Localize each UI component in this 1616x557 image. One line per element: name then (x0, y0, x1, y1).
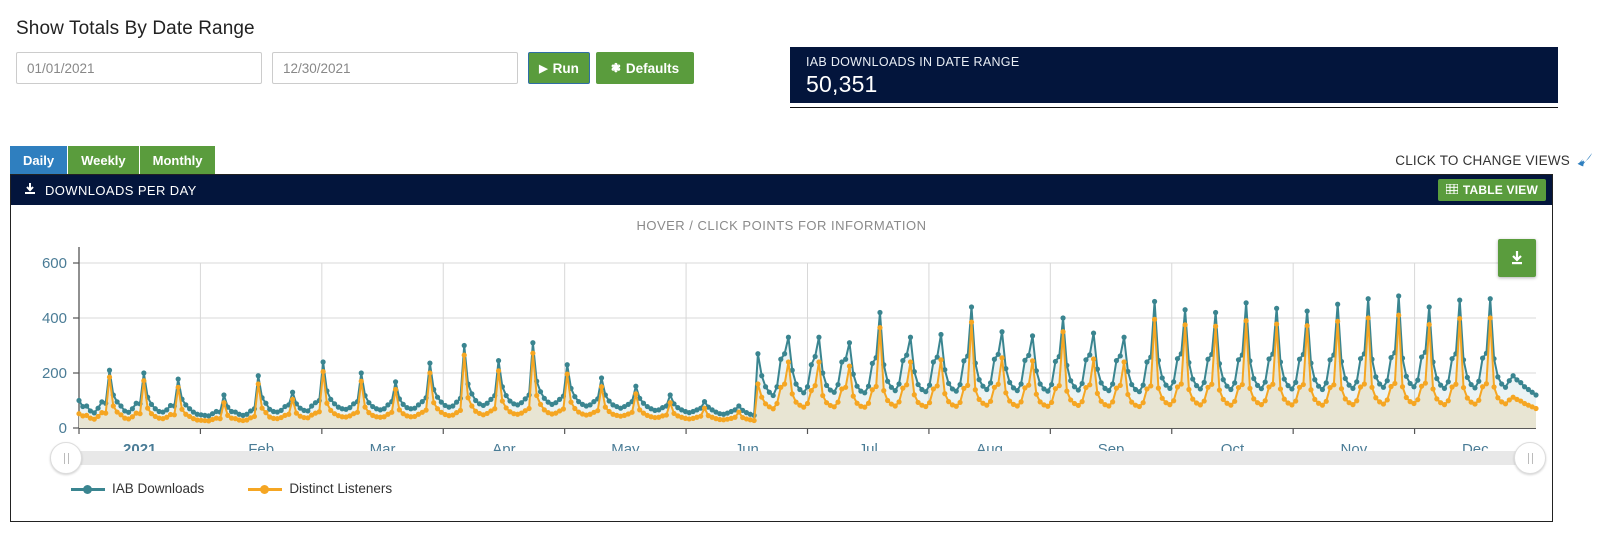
tab-weekly[interactable]: Weekly (68, 146, 140, 174)
table-view-button[interactable]: TABLE VIEW (1437, 179, 1546, 201)
run-button[interactable]: ▶ Run (528, 52, 590, 84)
start-date-input[interactable] (16, 52, 262, 84)
legend-swatch-teal (71, 483, 105, 495)
svg-text:0: 0 (59, 420, 67, 437)
tab-monthly[interactable]: Monthly (139, 146, 217, 174)
scrollbar-handle-left[interactable] (50, 442, 82, 474)
change-views-label: CLICK TO CHANGE VIEWS (1395, 152, 1570, 168)
chevron-down-icon: ❃ (610, 61, 621, 75)
svg-text:200: 200 (42, 365, 67, 382)
scrollbar-handle-right[interactable] (1514, 442, 1546, 474)
run-button-label: Run (552, 60, 579, 76)
download-icon[interactable] (23, 182, 37, 199)
hover-hint: HOVER / CLICK POINTS FOR INFORMATION (636, 218, 927, 233)
chart-panel: DOWNLOADS PER DAY TABLE VIEW HOVER / CLI… (10, 174, 1553, 522)
kpi-value: 50,351 (806, 71, 878, 97)
legend-item-iab-downloads[interactable]: IAB Downloads (71, 481, 204, 496)
svg-text:400: 400 (42, 310, 67, 327)
chart-range-scrollbar[interactable] (50, 442, 1546, 474)
page-title: Show Totals By Date Range (16, 18, 255, 39)
chart-panel-title-group: DOWNLOADS PER DAY (23, 182, 197, 199)
chart-download-button[interactable] (1498, 239, 1536, 277)
defaults-button[interactable]: ❃ Defaults (596, 52, 694, 84)
legend-label-iab-downloads: IAB Downloads (112, 481, 205, 496)
change-views-button[interactable]: CLICK TO CHANGE VIEWS (1395, 146, 1594, 174)
chart-legend: IAB Downloads Distinct Listeners (71, 481, 392, 496)
chart-panel-title: DOWNLOADS PER DAY (45, 182, 197, 198)
legend-label-distinct-listeners: Distinct Listeners (289, 481, 393, 496)
legend-swatch-orange (248, 483, 283, 495)
kpi-label: IAB DOWNLOADS IN DATE RANGE (806, 55, 1020, 69)
svg-text:600: 600 (42, 255, 67, 272)
download-icon (1512, 251, 1522, 265)
defaults-button-label: Defaults (625, 60, 680, 76)
kpi-card: IAB DOWNLOADS IN DATE RANGE 50,351 (790, 47, 1558, 108)
tab-daily[interactable]: Daily (10, 146, 69, 174)
filter-section: Show Totals By Date Range ▶ Run ❃ Defaul… (0, 0, 780, 84)
table-view-label: TABLE VIEW (1462, 183, 1538, 197)
legend-item-distinct-listeners[interactable]: Distinct Listeners (248, 481, 392, 496)
play-icon: ▶ (539, 62, 548, 75)
view-tabs: Daily Weekly Monthly (10, 146, 217, 174)
date-range-row: ▶ Run ❃ Defaults (16, 52, 780, 84)
downloads-per-day-chart[interactable]: 02004006002021 Feb Mar Apr May Jun Jul Aug Sep Oc… (11, 233, 1552, 463)
end-date-input[interactable] (272, 52, 518, 84)
arrow-down-left-icon (1576, 151, 1594, 170)
grid-icon (1445, 183, 1459, 197)
plot-area[interactable]: 0 200 400 600 2021 Feb Mar Apr May Jun Jul Aug Sep Oc… (11, 233, 1552, 463)
chart-panel-header: DOWNLOADS PER DAY TABLE VIEW (11, 175, 1552, 205)
